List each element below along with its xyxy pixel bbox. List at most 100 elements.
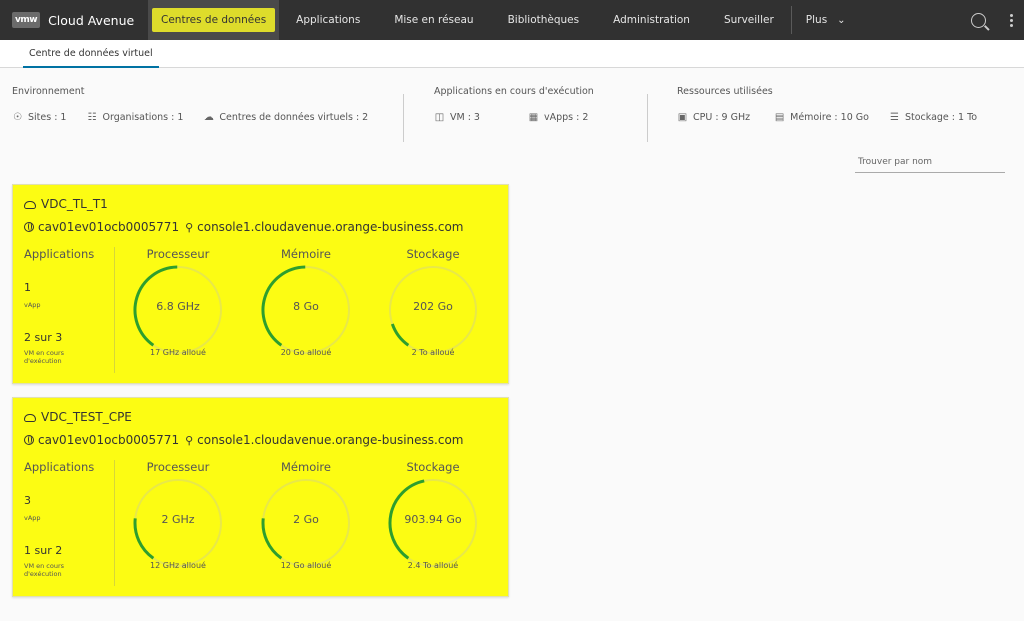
vm-icon: ◫	[434, 112, 445, 123]
summary-organisations: ☷ Organisations : 1	[86, 112, 184, 123]
applications-heading: Applications	[24, 460, 95, 474]
location-icon: ⚲	[185, 433, 194, 447]
gauge-value: 2 Go	[293, 513, 319, 526]
cloud-icon	[24, 414, 36, 422]
gauge-allocated: 2.4 To alloué	[407, 561, 459, 570]
brand[interactable]: vmw Cloud Avenue	[0, 12, 148, 28]
gauge-heading: Mémoire	[281, 247, 331, 261]
summary-title: Applications en cours d'exécution	[434, 86, 594, 97]
nav-item-datacenters[interactable]: Centres de données	[148, 0, 280, 40]
gauge-heading: Stockage	[406, 460, 460, 474]
column-divider	[114, 460, 115, 586]
vapp-icon: ▦	[528, 112, 539, 123]
search-input[interactable]: Trouver par nom	[855, 155, 1005, 173]
gauge-allocated: 20 Go alloué	[280, 348, 332, 357]
nav-item-applications[interactable]: Applications	[279, 0, 377, 40]
summary-vapps: ▦ vApps : 2	[528, 112, 589, 123]
vdc-name: VDC_TL_T1	[41, 197, 108, 211]
nav-item-administration[interactable]: Administration	[596, 0, 707, 40]
summary-sites: ☉ Sites : 1	[12, 112, 66, 123]
chevron-down-icon: ⌄	[837, 14, 846, 26]
summary-value: Mémoire : 10 Go	[790, 112, 869, 123]
summary-value: VM : 3	[450, 112, 480, 123]
memory-gauge: Mémoire 2 Go 12 Go alloué	[251, 460, 361, 570]
gauge-heading: Mémoire	[281, 460, 331, 474]
gauge-value: 903.94 Go	[404, 513, 462, 526]
cloud-icon	[24, 201, 36, 209]
vapp-count: 1	[24, 281, 31, 294]
vdc-org: cav01ev01ocb0005771	[38, 220, 180, 234]
sub-tabs: Centre de données virtuel	[0, 40, 1024, 68]
memory-icon: ▤	[774, 112, 785, 123]
summary-value: vApps : 2	[543, 112, 589, 123]
summary-environment: Environnement ☉ Sites : 1 ☷ Organisations …	[12, 86, 368, 123]
nav-more-menu[interactable]: Plus ⌄	[792, 14, 846, 26]
organization-icon: ☷	[87, 112, 97, 123]
globe-icon	[24, 435, 34, 445]
vmware-logo: vmw	[12, 12, 41, 28]
summary-title: Environnement	[12, 86, 85, 97]
applications-column: Applications 3 vApp 1 sur 2 VM en cours …	[24, 460, 114, 578]
vm-label: VM en cours d'exécution	[24, 562, 65, 578]
vdc-card[interactable]: VDC_TL_T1 cav01ev01ocb0005771 ⚲ console1.c…	[12, 184, 509, 384]
summary-memory: ▤ Mémoire : 10 Go	[774, 112, 869, 123]
gauge-value: 2 GHz	[161, 513, 195, 526]
vm-label: VM en cours d'exécution	[24, 349, 65, 365]
summary-value: Centres de données virtuels : 2	[219, 112, 369, 123]
vapp-label: vApp	[24, 301, 41, 309]
summary-cpu: ▣ CPU : 9 GHz	[677, 112, 750, 123]
summary-vm: ◫ VM : 3	[434, 112, 480, 123]
vm-count: 1 sur 2	[24, 544, 63, 557]
vdc-org: cav01ev01ocb0005771	[38, 433, 180, 447]
gauge-heading: Stockage	[406, 247, 460, 261]
summary-divider	[647, 94, 648, 142]
gauge-heading: Processeur	[146, 247, 210, 261]
cloud-icon: ☁	[203, 112, 214, 123]
gauge-allocated: 17 GHz alloué	[150, 348, 206, 357]
summary-value: Stockage : 1 To	[904, 112, 978, 123]
storage-gauge: Stockage 202 Go 2 To alloué	[378, 247, 488, 357]
more-vertical-icon[interactable]	[1010, 13, 1013, 27]
storage-gauge: Stockage 903.94 Go 2.4 To alloué	[378, 460, 488, 570]
vdc-site: console1.cloudavenue.orange-business.com	[197, 433, 464, 447]
summary-running-apps: Applications en cours d'exécution ◫ VM : …	[434, 86, 594, 123]
nav-item-monitor[interactable]: Surveiller	[707, 0, 791, 40]
gauge-value: 8 Go	[293, 300, 319, 313]
nav-item-libraries[interactable]: Bibliothèques	[491, 0, 597, 40]
cpu-gauge: Processeur 6.8 GHz 17 GHz alloué	[123, 247, 233, 357]
summary-title: Ressources utilisées	[677, 86, 773, 97]
gauge-allocated: 12 GHz alloué	[150, 561, 206, 570]
summary-value: Organisations : 1	[102, 112, 184, 123]
location-icon: ⚲	[185, 220, 194, 234]
tab-virtual-datacenter[interactable]: Centre de données virtuel	[23, 40, 159, 68]
location-icon: ☉	[13, 112, 22, 123]
cpu-icon: ▣	[677, 112, 688, 123]
summary-bar: Environnement ☉ Sites : 1 ☷ Organisations …	[0, 86, 1024, 148]
app-title: Cloud Avenue	[48, 12, 135, 28]
gauge-value: 6.8 GHz	[156, 300, 200, 313]
gauge-allocated: 2 To alloué	[411, 348, 455, 357]
search-icon[interactable]	[971, 12, 986, 28]
vdc-name: VDC_TEST_CPE	[41, 410, 132, 424]
nav-right-actions	[971, 0, 1024, 40]
summary-value: CPU : 9 GHz	[693, 112, 751, 123]
nav-item-label: Centres de données	[152, 8, 276, 32]
summary-storage: ☰ Stockage : 1 To	[889, 112, 977, 123]
top-nav: vmw Cloud Avenue Centres de données Appl…	[0, 0, 1024, 40]
globe-icon	[24, 222, 34, 232]
vdc-card[interactable]: VDC_TEST_CPE cav01ev01ocb0005771 ⚲ console…	[12, 397, 509, 597]
nav-item-networking[interactable]: Mise en réseau	[377, 0, 490, 40]
column-divider	[114, 247, 115, 373]
vapp-label: vApp	[24, 514, 41, 522]
cpu-gauge: Processeur 2 GHz 12 GHz alloué	[123, 460, 233, 570]
gauge-allocated: 12 Go alloué	[280, 561, 332, 570]
memory-gauge: Mémoire 8 Go 20 Go alloué	[251, 247, 361, 357]
summary-divider	[403, 94, 404, 142]
vdc-site: console1.cloudavenue.orange-business.com	[197, 220, 464, 234]
vm-count: 2 sur 3	[24, 331, 63, 344]
nav-items: Centres de données Applications Mise en …	[148, 0, 846, 40]
summary-value: Sites : 1	[28, 112, 67, 123]
applications-column: Applications 1 vApp 2 sur 3 VM en cours …	[24, 247, 114, 365]
applications-heading: Applications	[24, 247, 95, 261]
vapp-count: 3	[24, 494, 31, 507]
